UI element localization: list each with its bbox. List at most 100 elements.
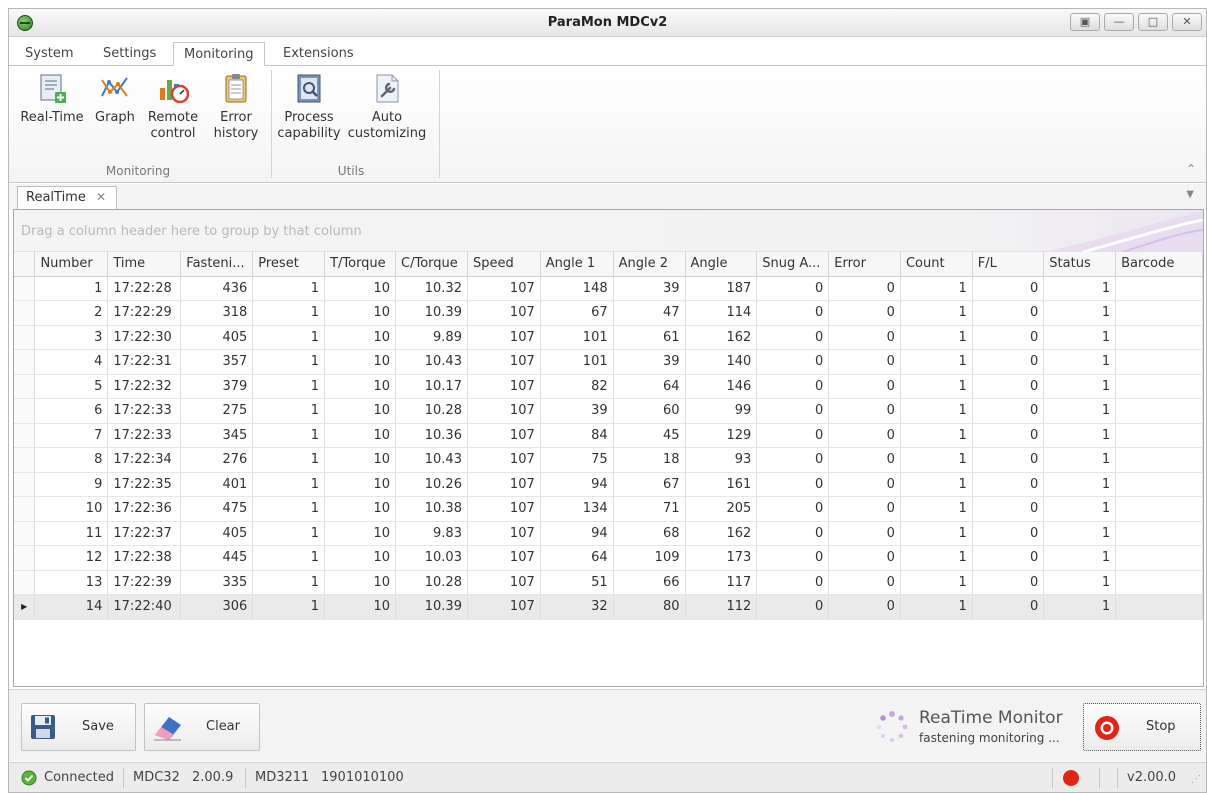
- table-cell[interactable]: [1115, 472, 1203, 497]
- tab-extensions[interactable]: Extensions: [273, 42, 364, 66]
- table-cell[interactable]: 107: [467, 521, 541, 546]
- table-cell[interactable]: 114: [685, 300, 758, 326]
- table-cell[interactable]: 1: [252, 325, 326, 350]
- table-cell[interactable]: 134: [540, 496, 614, 522]
- table-cell[interactable]: 1: [34, 276, 109, 301]
- table-cell[interactable]: 107: [467, 349, 541, 375]
- table-cell[interactable]: 1: [900, 398, 973, 424]
- table-cell[interactable]: 1: [1043, 349, 1117, 375]
- table-cell[interactable]: 39: [613, 349, 686, 375]
- column-header[interactable]: Snug A...: [756, 252, 830, 277]
- table-cell[interactable]: 0: [972, 545, 1045, 571]
- table-cell[interactable]: 17:22:29: [107, 300, 182, 326]
- table-cell[interactable]: 10: [324, 496, 397, 522]
- tab-dropdown-icon[interactable]: ▼: [1186, 189, 1194, 200]
- table-cell[interactable]: 39: [613, 276, 686, 301]
- row-indicator[interactable]: [14, 545, 36, 571]
- table-cell[interactable]: 318: [180, 300, 254, 326]
- table-cell[interactable]: 1: [900, 349, 973, 375]
- table-cell[interactable]: 1: [1043, 570, 1117, 595]
- table-cell[interactable]: 94: [540, 472, 614, 497]
- table-cell[interactable]: 161: [685, 472, 758, 497]
- table-cell[interactable]: [1115, 447, 1203, 473]
- table-cell[interactable]: 107: [467, 325, 541, 350]
- table-cell[interactable]: 9: [34, 472, 109, 497]
- table-cell[interactable]: 1: [900, 276, 973, 301]
- table-cell[interactable]: 0: [972, 521, 1045, 546]
- close-tab-icon[interactable]: ✕: [96, 190, 106, 204]
- table-cell[interactable]: 357: [180, 349, 254, 375]
- table-cell[interactable]: 10.39: [395, 594, 468, 620]
- stop-button[interactable]: Stop: [1083, 703, 1201, 751]
- table-cell[interactable]: 10.43: [395, 349, 468, 375]
- table-cell[interactable]: 173: [685, 545, 758, 571]
- table-cell[interactable]: 0: [828, 594, 901, 620]
- row-indicator[interactable]: [14, 423, 36, 448]
- table-cell[interactable]: 0: [972, 300, 1045, 326]
- table-cell[interactable]: 1: [252, 594, 326, 620]
- table-cell[interactable]: 1: [252, 472, 326, 497]
- table-cell[interactable]: 64: [613, 374, 686, 399]
- table-cell[interactable]: 0: [828, 570, 901, 595]
- table-row[interactable]: 3 17:22:30 405 1 10 9.89 107 101 61 162 0 0 1 0 1: [14, 325, 1203, 350]
- table-cell[interactable]: [1115, 521, 1203, 546]
- table-cell[interactable]: 0: [756, 300, 830, 326]
- table-cell[interactable]: 187: [685, 276, 758, 301]
- table-cell[interactable]: 17:22:33: [107, 398, 182, 424]
- table-cell[interactable]: 1: [900, 521, 973, 546]
- table-cell[interactable]: 1: [1043, 276, 1117, 301]
- table-cell[interactable]: 0: [756, 374, 830, 399]
- table-cell[interactable]: 10: [324, 423, 397, 448]
- table-row[interactable]: 2 17:22:29 318 1 10 10.39 107 67 47 114 0 0 1 0 1: [14, 300, 1203, 326]
- table-cell[interactable]: 51: [540, 570, 614, 595]
- table-cell[interactable]: 107: [467, 545, 541, 571]
- table-cell[interactable]: 0: [828, 300, 901, 326]
- row-indicator[interactable]: [14, 496, 36, 522]
- table-cell[interactable]: 0: [756, 423, 830, 448]
- column-header[interactable]: Angle 1: [540, 252, 614, 277]
- table-cell[interactable]: 67: [540, 300, 614, 326]
- table-cell[interactable]: 17:22:37: [107, 521, 182, 546]
- table-cell[interactable]: 0: [828, 472, 901, 497]
- save-button[interactable]: Save: [21, 703, 136, 751]
- table-cell[interactable]: 10: [324, 521, 397, 546]
- table-cell[interactable]: 10: [324, 594, 397, 620]
- table-cell[interactable]: 107: [467, 594, 541, 620]
- row-indicator[interactable]: [14, 300, 36, 326]
- table-cell[interactable]: 0: [756, 594, 830, 620]
- table-cell[interactable]: 1: [900, 496, 973, 522]
- table-cell[interactable]: 1: [1043, 398, 1117, 424]
- row-indicator[interactable]: [14, 325, 36, 350]
- table-cell[interactable]: 0: [972, 594, 1045, 620]
- table-row[interactable]: 13 17:22:39 335 1 10 10.28 107 51 66 117 0 0 1 0 1: [14, 570, 1203, 595]
- table-cell[interactable]: 17:22:35: [107, 472, 182, 497]
- table-cell[interactable]: 10: [324, 545, 397, 571]
- table-cell[interactable]: 140: [685, 349, 758, 375]
- table-cell[interactable]: 32: [540, 594, 614, 620]
- table-cell[interactable]: [1115, 545, 1203, 571]
- table-cell[interactable]: 1: [900, 374, 973, 399]
- table-cell[interactable]: 0: [972, 496, 1045, 522]
- table-row[interactable]: 8 17:22:34 276 1 10 10.43 107 75 18 93 0 0 1 0 1: [14, 447, 1203, 473]
- table-cell[interactable]: 7: [34, 423, 109, 448]
- table-cell[interactable]: 0: [972, 570, 1045, 595]
- table-cell[interactable]: 10: [324, 300, 397, 326]
- table-cell[interactable]: 2: [34, 300, 109, 326]
- table-cell[interactable]: 9.89: [395, 325, 468, 350]
- table-cell[interactable]: 107: [467, 276, 541, 301]
- table-cell[interactable]: 1: [252, 545, 326, 571]
- table-cell[interactable]: 39: [540, 398, 614, 424]
- table-cell[interactable]: 0: [756, 521, 830, 546]
- table-cell[interactable]: 1: [900, 325, 973, 350]
- realtime-button[interactable]: Real-Time: [15, 72, 89, 126]
- table-cell[interactable]: 1: [1043, 447, 1117, 473]
- collapse-ribbon-icon[interactable]: ⌃: [1186, 162, 1196, 176]
- table-cell[interactable]: [1115, 374, 1203, 399]
- graph-button[interactable]: Graph: [93, 72, 137, 126]
- table-row[interactable]: 4 17:22:31 357 1 10 10.43 107 101 39 140 0 0 1 0 1: [14, 349, 1203, 375]
- error-history-button[interactable]: Error history: [209, 72, 263, 142]
- row-indicator[interactable]: [14, 276, 36, 301]
- table-cell[interactable]: 436: [180, 276, 254, 301]
- table-cell[interactable]: 1: [900, 570, 973, 595]
- table-cell[interactable]: 1: [252, 496, 326, 522]
